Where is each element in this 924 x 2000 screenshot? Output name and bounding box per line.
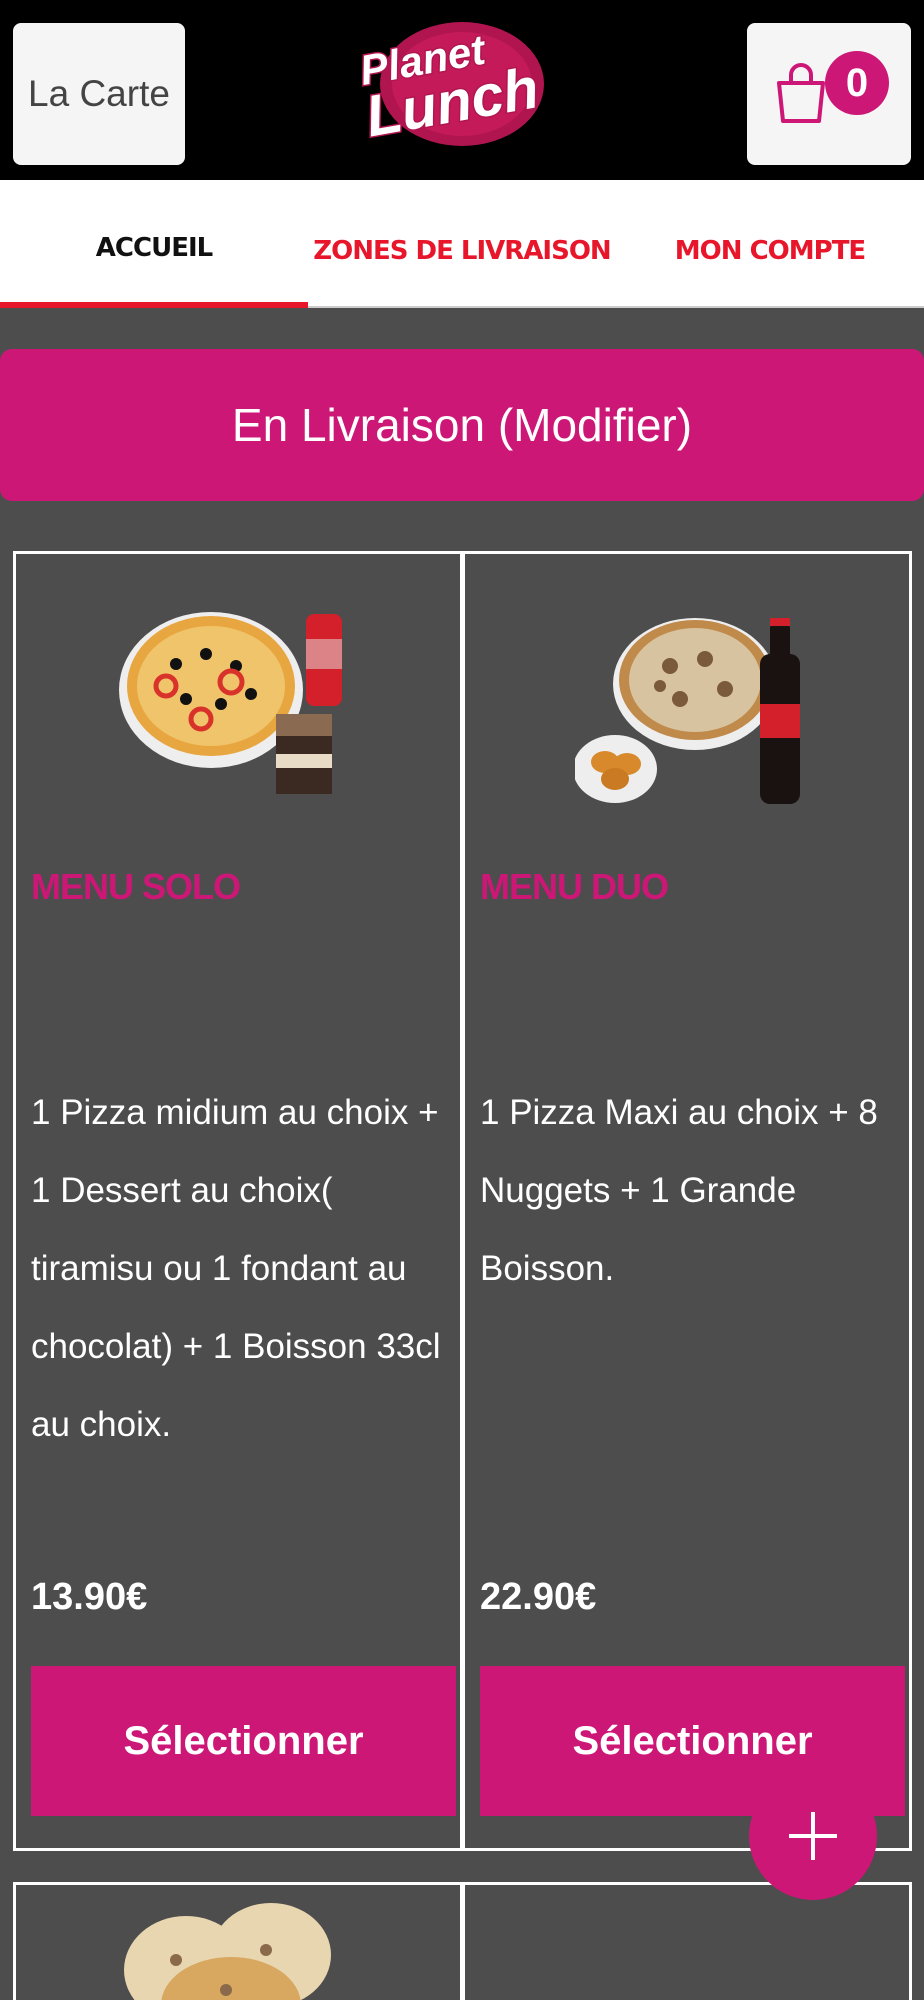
tab-mon-compte[interactable]: MON COMPTE — [616, 180, 924, 308]
tab-accueil[interactable]: ACCUEIL — [0, 180, 308, 308]
product-title: MENU SOLO — [31, 866, 241, 907]
tab-zones-de-livraison[interactable]: ZONES DE LIVRAISON — [308, 180, 616, 308]
product-title: MENU DUO — [480, 866, 669, 907]
planet-lunch-logo[interactable]: Planet Lunch — [340, 2, 580, 148]
app-header: La Carte Planet Lunch 0 — [0, 0, 924, 180]
cart-count-badge: 0 — [825, 51, 889, 115]
product-price: 22.90€ — [480, 1576, 597, 1618]
delivery-mode-button[interactable]: En Livraison (Modifier) — [0, 349, 924, 501]
plus-icon — [789, 1812, 837, 1860]
product-description: 1 Pizza Maxi au choix + 8 Nuggets + 1 Gr… — [480, 1093, 878, 1288]
shopping-bag-icon — [777, 63, 825, 123]
product-card-menu-duo: MENU DUO 1 Pizza Maxi au choix + 8 Nugge… — [462, 551, 912, 1851]
product-description: 1 Pizza midium au choix + 1 Dessert au c… — [31, 1093, 441, 1444]
cart-button[interactable]: 0 — [747, 23, 911, 165]
product-card-next-1 — [13, 1882, 463, 2000]
select-button[interactable]: Sélectionner — [31, 1666, 456, 1816]
product-price: 13.90€ — [31, 1576, 148, 1618]
next-product-image — [124, 1903, 331, 2000]
product-card-menu-solo: MENU SOLO 1 Pizza midium au choix + 1 De… — [13, 551, 463, 1851]
menu-duo-image — [575, 618, 800, 804]
la-carte-button[interactable]: La Carte — [13, 23, 185, 165]
menu-solo-image — [119, 612, 342, 794]
main-tabs: ACCUEIL ZONES DE LIVRAISON MON COMPTE — [0, 180, 924, 308]
add-fab-button[interactable] — [749, 1772, 877, 1900]
product-card-next-2 — [462, 1882, 912, 2000]
